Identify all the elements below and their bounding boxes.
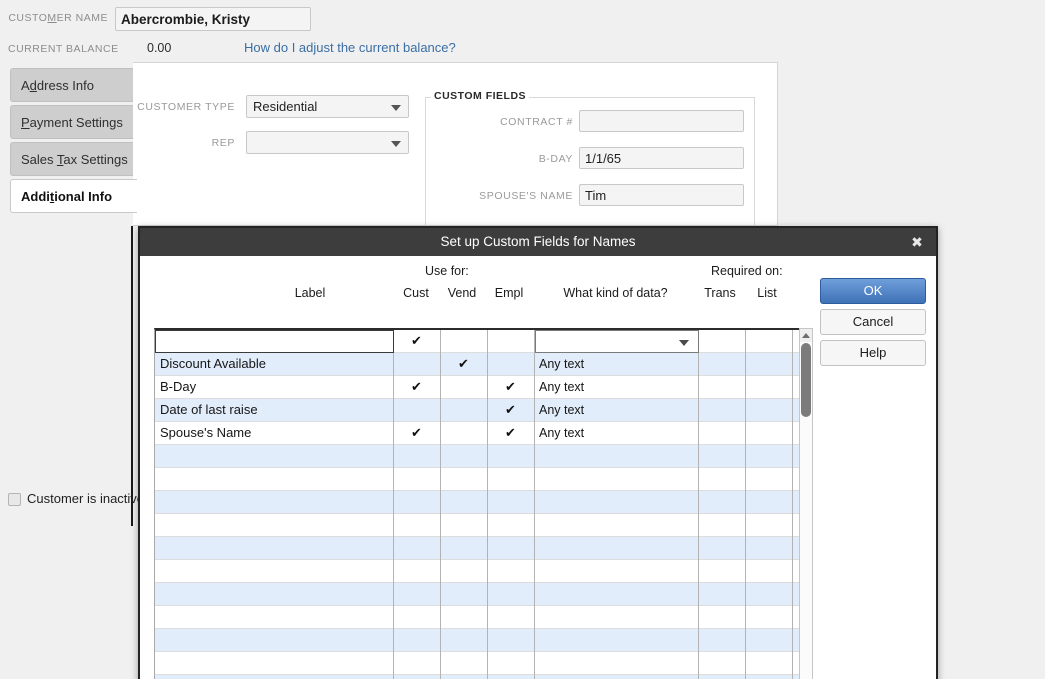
table-row[interactable] [155, 652, 799, 675]
customer-type-value: Residential [253, 99, 318, 114]
row-cust-checkmark[interactable]: ✔ [393, 376, 440, 398]
use-for-group-header: Use for: [425, 264, 469, 278]
column-header-vend: Vend [447, 286, 477, 300]
setup-custom-fields-dialog: Set up Custom Fields for Names ✖ Use for… [138, 226, 938, 679]
row-empl-checkmark[interactable]: ✔ [487, 399, 534, 421]
customer-inactive-label: Customer is inactive [27, 491, 145, 506]
customer-name-label: CUSTOMER NAME [8, 12, 108, 24]
grid-column-separator [487, 330, 488, 679]
table-row[interactable] [155, 675, 799, 679]
grid-column-separator [698, 330, 699, 679]
table-row[interactable]: Date of last raise ✔ Any text [155, 399, 799, 422]
adjust-balance-help-link[interactable]: How do I adjust the current balance? [244, 40, 456, 55]
row-label-cell[interactable]: B-Day [160, 376, 196, 398]
additional-info-panel: CUSTOMER TYPE Residential REP CUSTOM FIE… [133, 62, 778, 227]
b-day-field[interactable] [579, 147, 744, 169]
grid-column-separator [393, 330, 394, 679]
grid-column-separator [745, 330, 746, 679]
panel-divider [131, 226, 133, 526]
close-icon[interactable]: ✖ [904, 228, 930, 256]
table-row[interactable] [155, 560, 799, 583]
customer-name-input[interactable] [115, 7, 311, 31]
table-row[interactable] [155, 445, 799, 468]
column-header-cust: Cust [403, 286, 429, 300]
customer-type-label: CUSTOMER TYPE [137, 101, 235, 113]
column-header-label: Label [294, 286, 326, 300]
row-label-cell[interactable]: Discount Available [160, 353, 266, 375]
grid-focused-kind-dropdown[interactable] [535, 330, 699, 353]
column-header-trans: Trans [704, 286, 736, 300]
row-label-cell[interactable]: Spouse's Name [160, 422, 251, 444]
b-day-label: B-DAY [538, 153, 573, 165]
table-row[interactable]: Discount Available ✔ Any text [155, 353, 799, 376]
cancel-button[interactable]: Cancel [820, 309, 926, 335]
row-empl-checkmark[interactable]: ✔ [487, 376, 534, 398]
customer-inactive-checkbox[interactable] [8, 493, 21, 506]
scrollbar-thumb[interactable] [801, 343, 811, 417]
contract-number-field[interactable] [579, 110, 744, 132]
table-row[interactable] [155, 537, 799, 560]
tab-additional-info[interactable]: Additional Info [10, 179, 137, 213]
contract-number-label: CONTRACT # [500, 116, 573, 128]
dialog-titlebar: Set up Custom Fields for Names ✖ [140, 228, 936, 256]
current-balance-label: CURRENT BALANCE [8, 43, 119, 55]
grid-column-separator [792, 330, 793, 679]
row-cust-checkmark[interactable]: ✔ [393, 422, 440, 444]
grid-focused-label-cell[interactable] [155, 330, 394, 353]
dialog-title: Set up Custom Fields for Names [440, 234, 636, 249]
chevron-down-icon [391, 141, 401, 147]
table-row[interactable] [155, 468, 799, 491]
chevron-down-icon [679, 340, 689, 346]
table-row[interactable]: Spouse's Name ✔ ✔ Any text [155, 422, 799, 445]
row-kind-cell[interactable]: Any text [539, 399, 584, 421]
row-kind-cell[interactable]: Any text [539, 376, 584, 398]
grid-scrollbar[interactable] [799, 328, 813, 679]
tab-payment-settings[interactable]: Payment Settings [10, 105, 135, 139]
required-on-group-header: Required on: [711, 264, 783, 278]
table-row[interactable]: B-Day ✔ ✔ Any text [155, 376, 799, 399]
tab-address-info[interactable]: Address Info [10, 68, 135, 102]
row-kind-cell[interactable]: Any text [539, 353, 584, 375]
row-cust-checkmark[interactable]: ✔ [393, 330, 440, 352]
scroll-up-arrow-icon[interactable] [800, 329, 812, 342]
tab-sales-tax-settings[interactable]: Sales Tax Settings [10, 142, 135, 176]
table-row[interactable] [155, 606, 799, 629]
rep-dropdown[interactable] [246, 131, 409, 154]
row-kind-cell[interactable]: Any text [539, 422, 584, 444]
grid-column-separator [440, 330, 441, 679]
row-label-cell[interactable]: Date of last raise [160, 399, 258, 421]
current-balance-value: 0.00 [147, 41, 172, 55]
table-row[interactable] [155, 583, 799, 606]
rep-label: REP [211, 137, 235, 149]
grid-column-separator [534, 330, 535, 679]
column-header-kind: What kind of data? [563, 286, 668, 300]
customer-type-dropdown[interactable]: Residential [246, 95, 409, 118]
column-header-list: List [757, 286, 777, 300]
table-row[interactable] [155, 514, 799, 537]
custom-fields-legend: CUSTOM FIELDS [431, 90, 530, 102]
help-button[interactable]: Help [820, 340, 926, 366]
row-empl-checkmark[interactable]: ✔ [487, 422, 534, 444]
chevron-down-icon [391, 105, 401, 111]
table-row[interactable] [155, 629, 799, 652]
column-header-empl: Empl [494, 286, 524, 300]
app-window: CUSTOMER NAME CURRENT BALANCE 0.00 How d… [0, 0, 1045, 679]
spouses-name-label: SPOUSE'S NAME [479, 190, 573, 202]
ok-button[interactable]: OK [820, 278, 926, 304]
table-row[interactable] [155, 491, 799, 514]
row-vend-checkmark[interactable]: ✔ [440, 353, 487, 375]
spouses-name-field[interactable] [579, 184, 744, 206]
dialog-body: Use for: Required on: Label Cust Vend Em… [140, 256, 936, 679]
custom-fields-grid[interactable]: Contract #✔Any textDiscount Available✔An… [154, 328, 799, 679]
